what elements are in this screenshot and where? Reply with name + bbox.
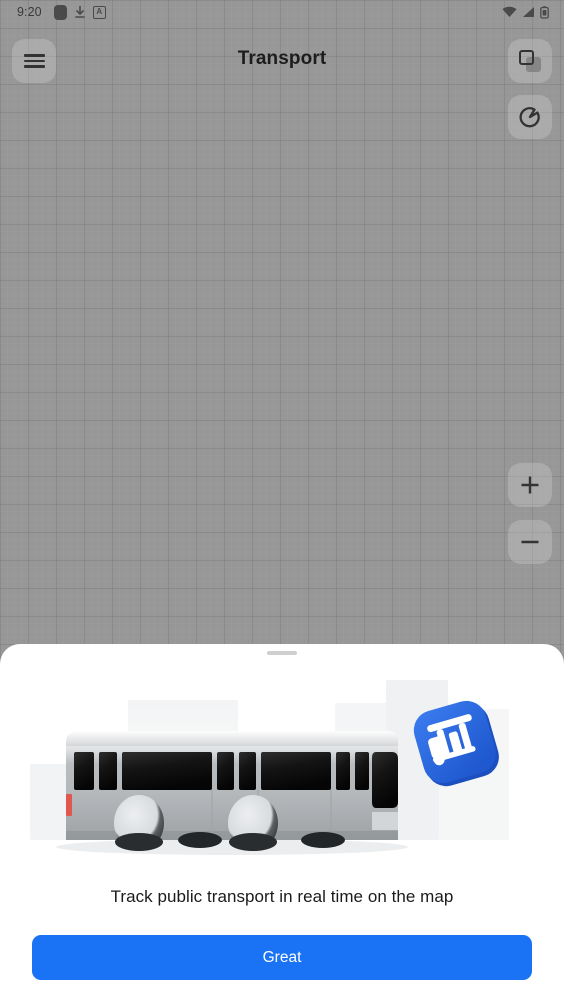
- sheet-caption: Track public transport in real time on t…: [110, 887, 454, 906]
- status-bar-system-icons: [502, 5, 549, 19]
- phone-screen: 9:20 A Transport Track public transport …: [0, 0, 564, 1004]
- bus-body: [66, 731, 398, 851]
- page-title: Transport: [237, 48, 327, 69]
- tail-light: [66, 794, 72, 816]
- minus-icon: [519, 531, 541, 553]
- status-bar-time: 9:20: [17, 5, 42, 19]
- status-bar: 9:20 A: [0, 0, 564, 24]
- wifi-icon: [502, 6, 517, 18]
- bus-illustration-svg: [30, 680, 509, 855]
- zoom-in-button[interactable]: [508, 463, 552, 507]
- cell-signal-icon: [522, 6, 535, 18]
- locate-me-button[interactable]: [508, 95, 552, 139]
- zoom-out-button[interactable]: [508, 520, 552, 564]
- boxed-a-icon: A: [92, 5, 106, 19]
- status-bar-notification-icons: A: [53, 4, 106, 20]
- drag-handle[interactable]: [267, 651, 297, 655]
- download-icon: [74, 5, 86, 19]
- plus-icon: [519, 474, 541, 496]
- onboarding-bottom-sheet: Track public transport in real time on t…: [0, 644, 564, 1004]
- compass-icon: [519, 106, 541, 128]
- great-button[interactable]: Great: [32, 935, 532, 980]
- bus-illustration: [0, 664, 564, 879]
- rounded-square-icon: [53, 4, 67, 20]
- battery-icon: [540, 5, 549, 19]
- app-bar: Transport: [0, 24, 564, 98]
